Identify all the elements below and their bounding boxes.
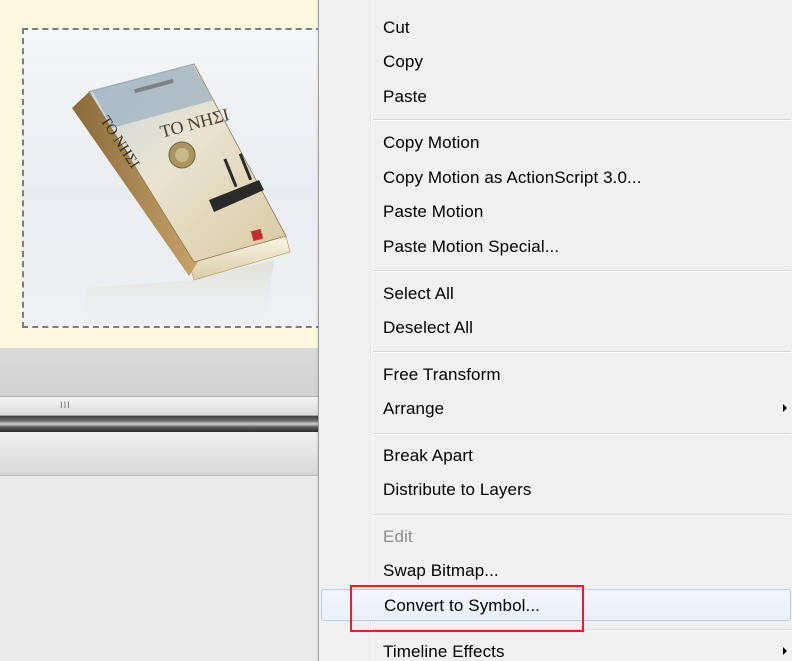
menu-item-label: Select All (383, 284, 454, 303)
menu-item-free-transform[interactable]: Free Transform (321, 359, 791, 391)
menu-separator (373, 514, 791, 516)
menu-item-paste[interactable]: Paste (321, 81, 791, 113)
menu-item-deselect-all[interactable]: Deselect All (321, 312, 791, 344)
pasteboard-area (0, 348, 322, 396)
menu-item-label: Swap Bitmap... (383, 561, 499, 580)
panel-body (0, 476, 322, 661)
scrollbar-grip-icon[interactable]: III (60, 401, 90, 411)
menu-separator (373, 433, 791, 435)
submenu-arrow-icon (783, 404, 787, 412)
menu-item-label: Copy Motion as ActionScript 3.0... (383, 168, 642, 187)
menu-item-timeline-effects[interactable]: Timeline Effects (321, 636, 791, 661)
menu-item-copy-motion-as3[interactable]: Copy Motion as ActionScript 3.0... (321, 162, 791, 194)
menu-item-select-all[interactable]: Select All (321, 278, 791, 310)
panel-splitter[interactable] (0, 416, 322, 432)
menu-separator (373, 351, 791, 353)
menu-item-break-apart[interactable]: Break Apart (321, 440, 791, 472)
menu-item-label: Paste Motion (383, 202, 484, 221)
menu-item-swap-bitmap[interactable]: Swap Bitmap... (321, 555, 791, 587)
menu-item-label: Paste Motion Special... (383, 237, 560, 256)
menu-separator (373, 119, 791, 121)
menu-item-label: Copy Motion (383, 133, 480, 152)
menu-item-copy-motion[interactable]: Copy Motion (321, 127, 791, 159)
book-cover-image: TO NHΣI TO NHΣI (72, 63, 291, 326)
menu-item-label: Edit (383, 527, 413, 546)
menu-item-edit: Edit (321, 521, 791, 553)
context-menu: Cut Copy Paste Copy Motion Copy Motion a… (318, 0, 792, 661)
selected-bitmap[interactable]: TO NHΣI TO NHΣI (22, 28, 322, 328)
menu-item-label: Cut (383, 18, 410, 37)
menu-separator (373, 270, 791, 272)
menu-item-label: Distribute to Layers (383, 480, 532, 499)
menu-item-distribute-to-layers[interactable]: Distribute to Layers (321, 474, 791, 506)
submenu-arrow-icon (783, 647, 787, 655)
menu-item-label: Copy (383, 52, 424, 71)
menu-item-cut[interactable]: Cut (321, 12, 791, 44)
panel-header (0, 432, 322, 476)
menu-item-paste-motion-special[interactable]: Paste Motion Special... (321, 231, 791, 263)
menu-item-paste-motion[interactable]: Paste Motion (321, 196, 791, 228)
menu-item-label: Arrange (383, 399, 445, 418)
menu-item-label: Free Transform (383, 365, 501, 384)
menu-item-label: Break Apart (383, 446, 473, 465)
menu-item-arrange[interactable]: Arrange (321, 393, 791, 425)
horizontal-scrollbar[interactable]: III (0, 396, 322, 416)
menu-item-label: Timeline Effects (383, 642, 505, 661)
menu-item-copy[interactable]: Copy (321, 46, 791, 78)
menu-item-label: Deselect All (383, 318, 474, 337)
annotation-highlight-box (350, 585, 584, 632)
menu-item-label: Paste (383, 87, 427, 106)
